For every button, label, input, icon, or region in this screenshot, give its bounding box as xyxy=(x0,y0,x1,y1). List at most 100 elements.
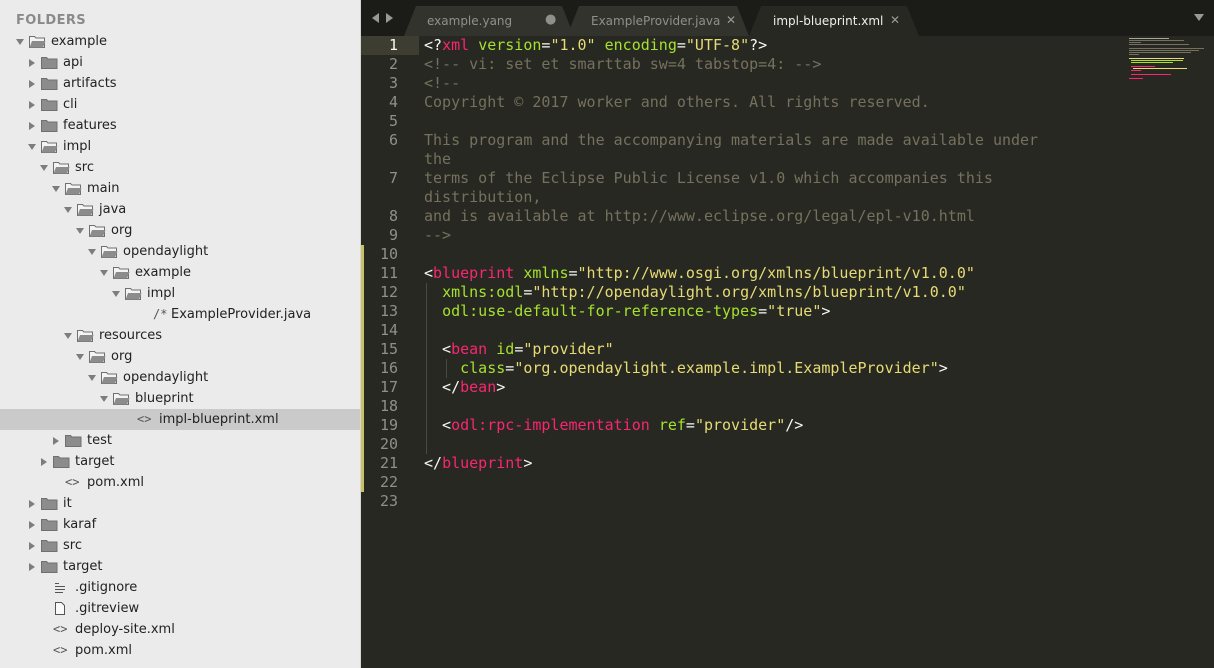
tab-list-dropdown-icon[interactable] xyxy=(1194,14,1204,21)
code-line[interactable]: terms of the Eclipse Public License v1.0… xyxy=(424,169,993,188)
code-line[interactable]: xmlns:odl="http://opendaylight.org/xmlns… xyxy=(424,283,966,302)
line-number: 18 xyxy=(379,397,398,415)
tab-example-yang[interactable]: example.yang ● xyxy=(404,6,574,36)
code-token: This program and the accompanying materi… xyxy=(424,131,1039,149)
chevron-down-icon[interactable] xyxy=(64,333,72,339)
chevron-right-icon[interactable] xyxy=(41,458,47,466)
tree-folder-org[interactable]: org xyxy=(0,220,360,241)
tree-folder-artifacts[interactable]: artifacts xyxy=(0,73,360,94)
code-token: bean xyxy=(460,378,497,396)
tree-folder-impl[interactable]: impl xyxy=(0,283,360,304)
chevron-right-icon[interactable] xyxy=(29,521,35,529)
tab-nav-left-icon[interactable] xyxy=(372,13,379,23)
chevron-right-icon[interactable] xyxy=(29,122,35,130)
tree-folder-features[interactable]: features xyxy=(0,115,360,136)
chevron-down-icon[interactable] xyxy=(88,375,96,381)
code-line[interactable]: This program and the accompanying materi… xyxy=(424,131,1038,150)
code-line[interactable]: odl:use-default-for-reference-types="tru… xyxy=(424,302,830,321)
tab-impl-blueprint-xml[interactable]: impl-blueprint.xml ✕ xyxy=(749,6,919,36)
code-token: the xyxy=(424,150,452,168)
code-token: = xyxy=(676,36,686,54)
chevron-down-icon[interactable] xyxy=(100,270,108,276)
code-line[interactable]: <bean id="provider" xyxy=(424,340,614,359)
code-line[interactable]: Copyright © 2017 worker and others. All … xyxy=(424,93,930,112)
chevron-down-icon[interactable] xyxy=(40,165,48,171)
tab-exampleprovider-java[interactable]: ExampleProvider.java ✕ xyxy=(567,6,749,36)
tree-folder-it[interactable]: it xyxy=(0,493,360,514)
tree-folder-api[interactable]: api xyxy=(0,52,360,73)
code-line[interactable]: --> xyxy=(424,226,451,245)
code-line[interactable]: distribution, xyxy=(424,188,541,207)
chevron-down-icon[interactable] xyxy=(112,291,120,297)
tree-item-label: test xyxy=(87,433,112,448)
code-editor[interactable]: 1 <?xml version="1.0" encoding="UTF-8"?> 2… xyxy=(361,36,1214,668)
tree-folder-opendaylight[interactable]: opendaylight xyxy=(0,241,360,262)
folder-icon xyxy=(41,560,58,573)
tree-folder-test[interactable]: test xyxy=(0,430,360,451)
chevron-right-icon[interactable] xyxy=(29,542,35,550)
tree-folder-opendaylight[interactable]: opendaylight xyxy=(0,367,360,388)
tab-nav-right-icon[interactable] xyxy=(386,13,393,23)
tree-item-label: api xyxy=(63,55,83,70)
chevron-right-icon[interactable] xyxy=(29,101,35,109)
tree-folder-karaf[interactable]: karaf xyxy=(0,514,360,535)
tree-file-impl-blueprint-xml[interactable]: <> impl-blueprint.xml xyxy=(0,409,360,430)
chevron-right-icon[interactable] xyxy=(29,59,35,67)
code-line[interactable]: <blueprint xmlns="http://www.osgi.org/xm… xyxy=(424,264,975,283)
tree-item-label: opendaylight xyxy=(123,244,209,259)
minimap[interactable] xyxy=(1114,36,1214,96)
close-icon[interactable]: ✕ xyxy=(890,13,900,27)
code-line[interactable]: <!-- xyxy=(424,74,460,93)
code-line[interactable]: <?xml version="1.0" encoding="UTF-8"?> xyxy=(424,36,767,55)
tree-folder-src[interactable]: src xyxy=(0,157,360,178)
close-icon[interactable]: ✕ xyxy=(726,13,736,27)
chevron-down-icon[interactable] xyxy=(28,144,36,150)
tree-folder-java[interactable]: java xyxy=(0,199,360,220)
code-token: xmlns xyxy=(523,264,569,282)
chevron-down-icon[interactable] xyxy=(88,249,96,255)
tree-item-label: impl xyxy=(63,139,92,154)
chevron-right-icon[interactable] xyxy=(53,437,59,445)
chevron-down-icon[interactable] xyxy=(16,39,24,45)
tree-file-pom-xml[interactable]: <> pom.xml xyxy=(0,472,360,493)
code-line[interactable]: <odl:rpc-implementation ref="provider"/> xyxy=(424,416,803,435)
sidebar: FOLDERS example api artifacts cli features im… xyxy=(0,0,361,668)
chevron-down-icon[interactable] xyxy=(76,228,84,234)
code-token: "true" xyxy=(767,302,822,320)
code-line[interactable]: and is available at http://www.eclipse.o… xyxy=(424,207,975,226)
code-line[interactable]: </blueprint> xyxy=(424,454,532,473)
tree-folder-blueprint[interactable]: blueprint xyxy=(0,388,360,409)
tree-folder-target[interactable]: target xyxy=(0,451,360,472)
tree-file-exampleprovider-java[interactable]: /* ExampleProvider.java xyxy=(0,304,360,325)
tree-folder-src[interactable]: src xyxy=(0,535,360,556)
tree-item-label: karaf xyxy=(63,517,97,532)
minimap-line xyxy=(1129,58,1184,59)
tree-folder-resources[interactable]: resources xyxy=(0,325,360,346)
chevron-right-icon[interactable] xyxy=(29,563,35,571)
code-token: "org.opendaylight.example.impl.ExamplePr… xyxy=(514,359,939,377)
tree-folder-impl[interactable]: impl xyxy=(0,136,360,157)
tree-file-gitignore[interactable]: .gitignore xyxy=(0,577,360,598)
tree-file-gitreview[interactable]: .gitreview xyxy=(0,598,360,619)
chevron-down-icon[interactable] xyxy=(64,207,72,213)
tree-folder-main[interactable]: main xyxy=(0,178,360,199)
chevron-right-icon[interactable] xyxy=(29,80,35,88)
code-token: = xyxy=(568,264,578,282)
tree-folder-target[interactable]: target xyxy=(0,556,360,577)
code-line[interactable]: the xyxy=(424,150,451,169)
code-line[interactable]: <!-- vi: set et smarttab sw=4 tabstop=4:… xyxy=(424,55,821,74)
tree-folder-example[interactable]: example xyxy=(0,262,360,283)
code-line[interactable]: </bean> xyxy=(424,378,505,397)
chevron-down-icon[interactable] xyxy=(100,396,108,402)
tree-file-deploy-site-xml[interactable]: <> deploy-site.xml xyxy=(0,619,360,640)
chevron-down-icon[interactable] xyxy=(52,186,60,192)
code-line[interactable]: class="org.opendaylight.example.impl.Exa… xyxy=(424,359,948,378)
chevron-down-icon[interactable] xyxy=(76,354,84,360)
code-token: blueprint xyxy=(433,264,515,282)
tree-file-pom-xml[interactable]: <> pom.xml xyxy=(0,640,360,661)
tree-folder-cli[interactable]: cli xyxy=(0,94,360,115)
tree-folder-example[interactable]: example xyxy=(0,31,360,52)
tree-folder-org[interactable]: org xyxy=(0,346,360,367)
chevron-right-icon[interactable] xyxy=(29,500,35,508)
